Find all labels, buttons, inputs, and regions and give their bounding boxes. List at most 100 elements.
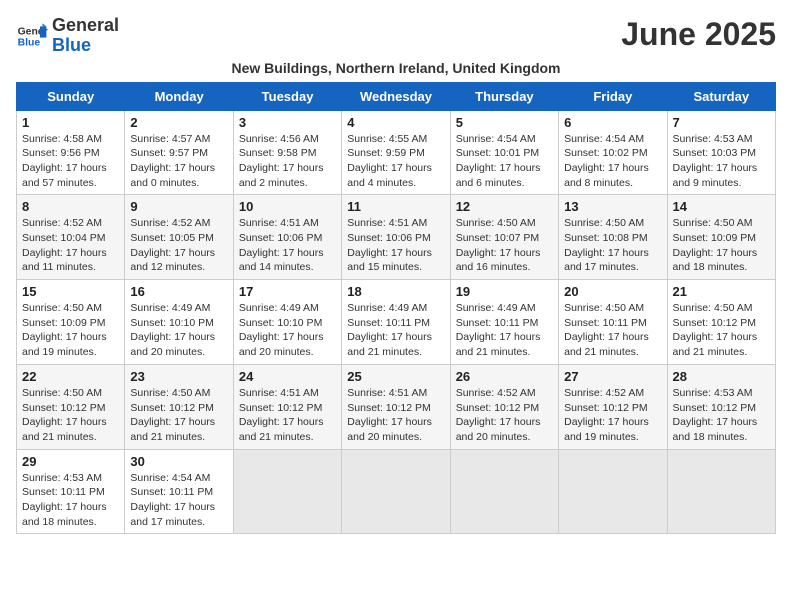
day-info: Sunrise: 4:49 AMSunset: 10:11 PMDaylight… [456, 302, 541, 358]
calendar-cell [559, 449, 667, 534]
day-info: Sunrise: 4:50 AMSunset: 10:12 PMDaylight… [22, 387, 107, 443]
day-number: 9 [130, 199, 227, 214]
subtitle: New Buildings, Northern Ireland, United … [16, 60, 776, 76]
calendar-cell [450, 449, 558, 534]
calendar-cell: 14 Sunrise: 4:50 AMSunset: 10:09 PMDayli… [667, 195, 775, 280]
calendar-week-3: 15 Sunrise: 4:50 AMSunset: 10:09 PMDayli… [17, 280, 776, 365]
day-number: 2 [130, 115, 227, 130]
calendar-cell [342, 449, 450, 534]
calendar-week-5: 29 Sunrise: 4:53 AMSunset: 10:11 PMDayli… [17, 449, 776, 534]
calendar-cell: 7 Sunrise: 4:53 AMSunset: 10:03 PMDaylig… [667, 110, 775, 195]
day-number: 3 [239, 115, 336, 130]
day-info: Sunrise: 4:49 AMSunset: 10:10 PMDaylight… [239, 302, 324, 358]
col-tuesday: Tuesday [233, 82, 341, 110]
logo: General Blue General Blue [16, 16, 119, 56]
day-number: 27 [564, 369, 661, 384]
calendar-cell: 8 Sunrise: 4:52 AMSunset: 10:04 PMDaylig… [17, 195, 125, 280]
day-info: Sunrise: 4:52 AMSunset: 10:12 PMDaylight… [456, 387, 541, 443]
day-number: 18 [347, 284, 444, 299]
day-info: Sunrise: 4:52 AMSunset: 10:05 PMDaylight… [130, 217, 215, 273]
calendar-cell: 25 Sunrise: 4:51 AMSunset: 10:12 PMDayli… [342, 364, 450, 449]
day-info: Sunrise: 4:56 AMSunset: 9:58 PMDaylight:… [239, 133, 324, 189]
col-friday: Friday [559, 82, 667, 110]
day-number: 15 [22, 284, 119, 299]
day-number: 25 [347, 369, 444, 384]
day-info: Sunrise: 4:54 AMSunset: 10:02 PMDaylight… [564, 133, 649, 189]
day-number: 7 [673, 115, 770, 130]
calendar-cell: 16 Sunrise: 4:49 AMSunset: 10:10 PMDayli… [125, 280, 233, 365]
calendar-cell: 24 Sunrise: 4:51 AMSunset: 10:12 PMDayli… [233, 364, 341, 449]
day-info: Sunrise: 4:53 AMSunset: 10:03 PMDaylight… [673, 133, 758, 189]
day-info: Sunrise: 4:51 AMSunset: 10:12 PMDaylight… [347, 387, 432, 443]
calendar-cell: 12 Sunrise: 4:50 AMSunset: 10:07 PMDayli… [450, 195, 558, 280]
day-number: 14 [673, 199, 770, 214]
day-number: 17 [239, 284, 336, 299]
logo-icon: General Blue [16, 20, 48, 52]
calendar-cell: 26 Sunrise: 4:52 AMSunset: 10:12 PMDayli… [450, 364, 558, 449]
calendar-cell: 19 Sunrise: 4:49 AMSunset: 10:11 PMDayli… [450, 280, 558, 365]
day-info: Sunrise: 4:50 AMSunset: 10:11 PMDaylight… [564, 302, 649, 358]
calendar-table: Sunday Monday Tuesday Wednesday Thursday… [16, 82, 776, 535]
calendar-cell: 30 Sunrise: 4:54 AMSunset: 10:11 PMDayli… [125, 449, 233, 534]
day-info: Sunrise: 4:50 AMSunset: 10:12 PMDaylight… [130, 387, 215, 443]
logo-general: General [52, 15, 119, 35]
calendar-cell: 13 Sunrise: 4:50 AMSunset: 10:08 PMDayli… [559, 195, 667, 280]
day-info: Sunrise: 4:50 AMSunset: 10:08 PMDaylight… [564, 217, 649, 273]
day-info: Sunrise: 4:51 AMSunset: 10:06 PMDaylight… [347, 217, 432, 273]
day-info: Sunrise: 4:58 AMSunset: 9:56 PMDaylight:… [22, 133, 107, 189]
day-info: Sunrise: 4:50 AMSunset: 10:09 PMDaylight… [22, 302, 107, 358]
day-number: 30 [130, 454, 227, 469]
calendar-cell [233, 449, 341, 534]
day-info: Sunrise: 4:49 AMSunset: 10:10 PMDaylight… [130, 302, 215, 358]
calendar-cell: 17 Sunrise: 4:49 AMSunset: 10:10 PMDayli… [233, 280, 341, 365]
calendar-cell: 2 Sunrise: 4:57 AMSunset: 9:57 PMDayligh… [125, 110, 233, 195]
day-number: 6 [564, 115, 661, 130]
calendar-cell: 21 Sunrise: 4:50 AMSunset: 10:12 PMDayli… [667, 280, 775, 365]
calendar-cell: 15 Sunrise: 4:50 AMSunset: 10:09 PMDayli… [17, 280, 125, 365]
day-number: 10 [239, 199, 336, 214]
title-area: June 2025 [621, 16, 776, 53]
day-number: 13 [564, 199, 661, 214]
calendar-cell: 10 Sunrise: 4:51 AMSunset: 10:06 PMDayli… [233, 195, 341, 280]
day-info: Sunrise: 4:49 AMSunset: 10:11 PMDaylight… [347, 302, 432, 358]
day-info: Sunrise: 4:51 AMSunset: 10:06 PMDaylight… [239, 217, 324, 273]
day-number: 22 [22, 369, 119, 384]
day-info: Sunrise: 4:52 AMSunset: 10:12 PMDaylight… [564, 387, 649, 443]
day-info: Sunrise: 4:57 AMSunset: 9:57 PMDaylight:… [130, 133, 215, 189]
svg-text:Blue: Blue [18, 37, 41, 48]
calendar-cell: 29 Sunrise: 4:53 AMSunset: 10:11 PMDayli… [17, 449, 125, 534]
calendar-cell: 3 Sunrise: 4:56 AMSunset: 9:58 PMDayligh… [233, 110, 341, 195]
day-number: 19 [456, 284, 553, 299]
day-number: 26 [456, 369, 553, 384]
day-number: 1 [22, 115, 119, 130]
calendar-cell: 18 Sunrise: 4:49 AMSunset: 10:11 PMDayli… [342, 280, 450, 365]
calendar-cell: 4 Sunrise: 4:55 AMSunset: 9:59 PMDayligh… [342, 110, 450, 195]
calendar-cell: 22 Sunrise: 4:50 AMSunset: 10:12 PMDayli… [17, 364, 125, 449]
day-info: Sunrise: 4:54 AMSunset: 10:01 PMDaylight… [456, 133, 541, 189]
day-number: 29 [22, 454, 119, 469]
header: General Blue General Blue June 2025 [16, 16, 776, 56]
col-monday: Monday [125, 82, 233, 110]
calendar-week-4: 22 Sunrise: 4:50 AMSunset: 10:12 PMDayli… [17, 364, 776, 449]
col-thursday: Thursday [450, 82, 558, 110]
calendar-cell: 6 Sunrise: 4:54 AMSunset: 10:02 PMDaylig… [559, 110, 667, 195]
day-info: Sunrise: 4:53 AMSunset: 10:11 PMDaylight… [22, 472, 107, 528]
col-wednesday: Wednesday [342, 82, 450, 110]
calendar-cell: 23 Sunrise: 4:50 AMSunset: 10:12 PMDayli… [125, 364, 233, 449]
calendar-cell [667, 449, 775, 534]
day-info: Sunrise: 4:50 AMSunset: 10:12 PMDaylight… [673, 302, 758, 358]
day-info: Sunrise: 4:50 AMSunset: 10:07 PMDaylight… [456, 217, 541, 273]
calendar-cell: 28 Sunrise: 4:53 AMSunset: 10:12 PMDayli… [667, 364, 775, 449]
day-number: 5 [456, 115, 553, 130]
day-info: Sunrise: 4:50 AMSunset: 10:09 PMDaylight… [673, 217, 758, 273]
calendar-cell: 20 Sunrise: 4:50 AMSunset: 10:11 PMDayli… [559, 280, 667, 365]
day-number: 8 [22, 199, 119, 214]
day-info: Sunrise: 4:55 AMSunset: 9:59 PMDaylight:… [347, 133, 432, 189]
day-number: 28 [673, 369, 770, 384]
calendar-cell: 9 Sunrise: 4:52 AMSunset: 10:05 PMDaylig… [125, 195, 233, 280]
day-info: Sunrise: 4:54 AMSunset: 10:11 PMDaylight… [130, 472, 215, 528]
calendar-cell: 5 Sunrise: 4:54 AMSunset: 10:01 PMDaylig… [450, 110, 558, 195]
day-number: 21 [673, 284, 770, 299]
day-number: 16 [130, 284, 227, 299]
calendar-header-row: Sunday Monday Tuesday Wednesday Thursday… [17, 82, 776, 110]
